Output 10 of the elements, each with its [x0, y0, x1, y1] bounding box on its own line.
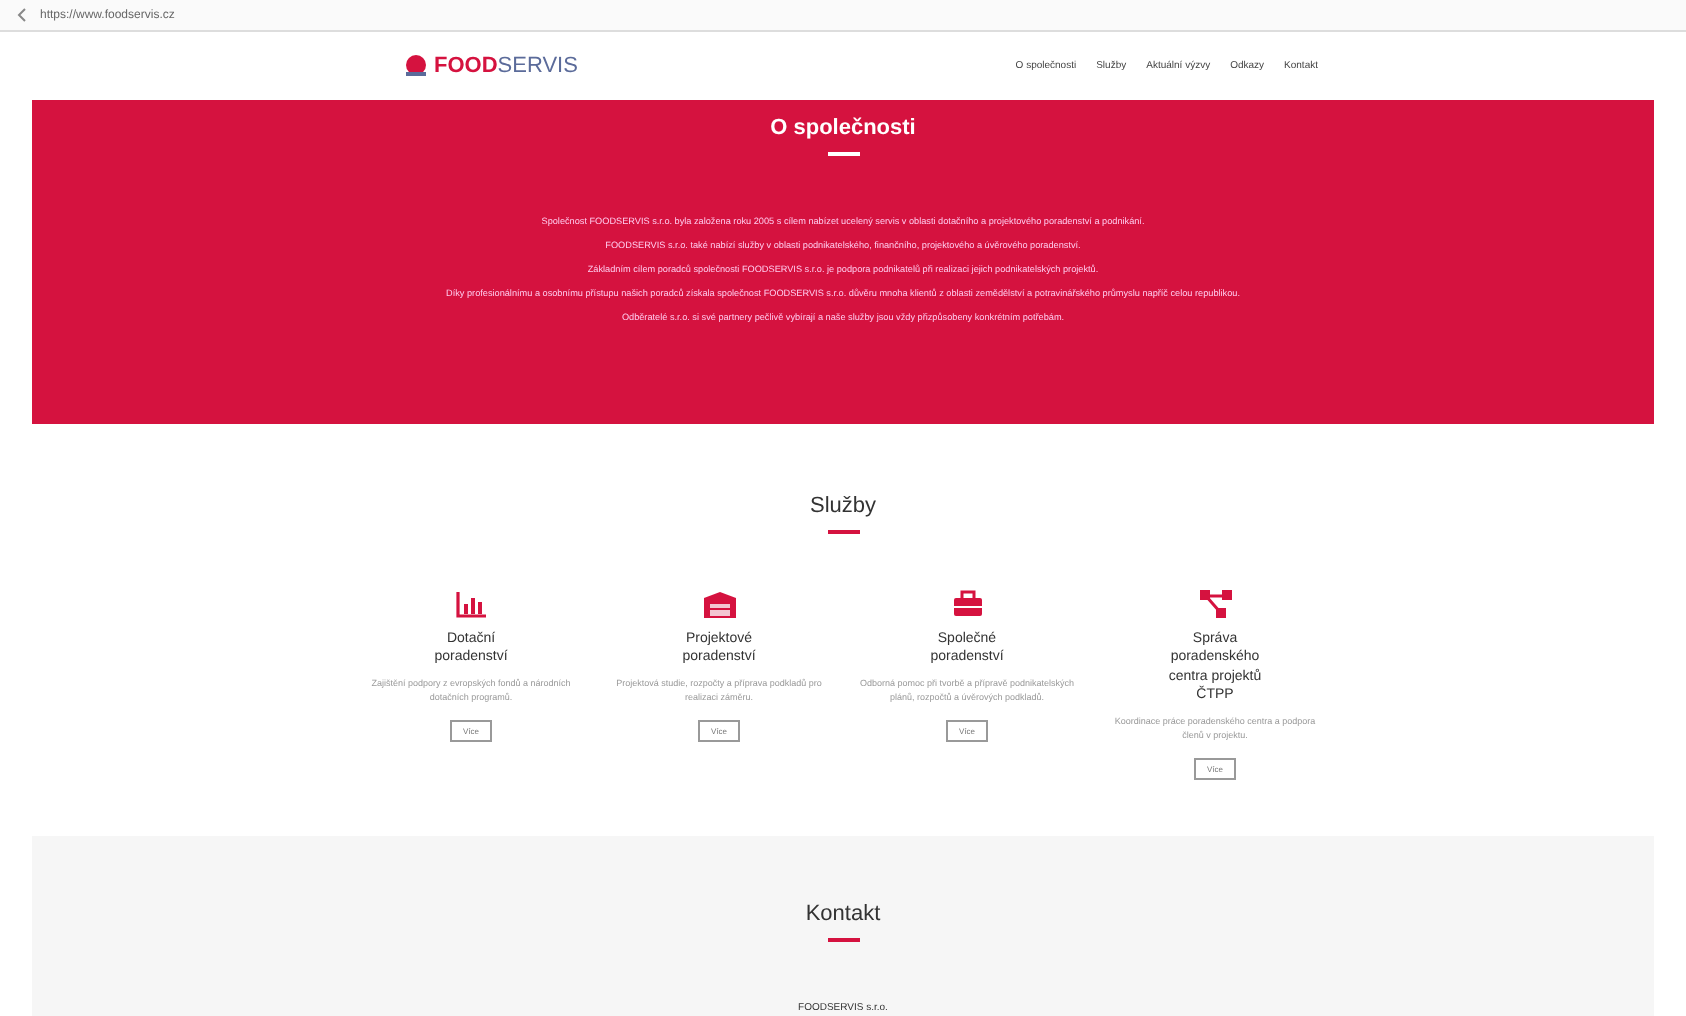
logo-text: FOODSERVIS: [434, 54, 578, 78]
bar-chart-icon: [455, 590, 487, 618]
section-title: Kontakt: [805, 902, 881, 926]
logo-icon: [404, 54, 428, 78]
network-icon: [1199, 590, 1231, 618]
warehouse-icon: [701, 590, 737, 618]
back-icon[interactable]: [16, 8, 28, 22]
section-title: O společnosti: [770, 116, 916, 140]
section-title: Služby: [809, 494, 877, 518]
toolbox-icon: [951, 590, 983, 618]
